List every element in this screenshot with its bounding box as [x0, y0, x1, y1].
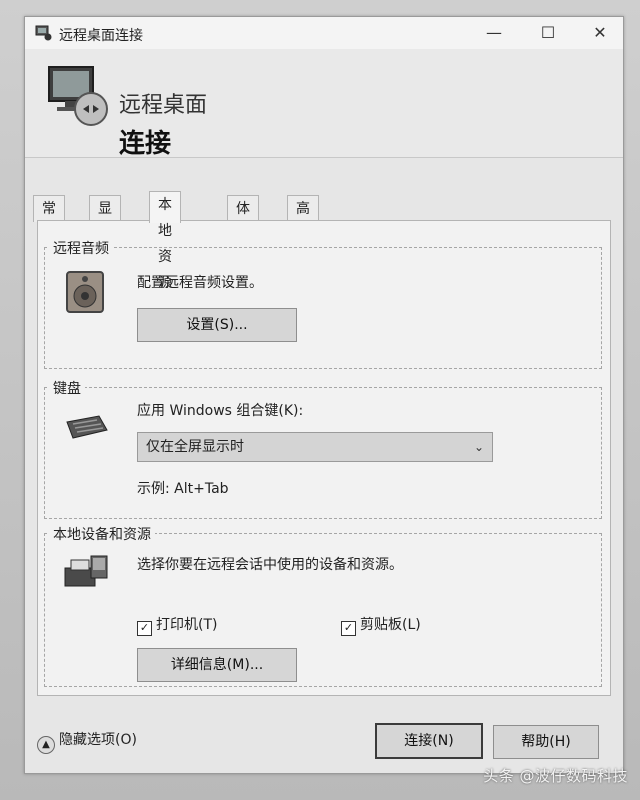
banner-title-line1: 远程桌面 [119, 93, 208, 118]
maximize-button[interactable]: ☐ [535, 23, 561, 43]
tab-display[interactable]: 显示 [89, 195, 121, 243]
watermark-text: 头条 @波仔数码科技 [483, 767, 628, 785]
details-button[interactable]: 详细信息(M)... [137, 648, 297, 682]
clipboard-checkbox[interactable]: ✓ 剪贴板(L) [341, 614, 421, 636]
local-resources-panel: 远程音频 配置远程音频设置。 设置(S)... 键盘 应用 Windows 组合… [37, 220, 611, 696]
tab-advanced[interactable]: 高级 [287, 195, 319, 243]
tab-experience[interactable]: 体验 [227, 195, 259, 243]
title-bar: 远程桌面连接 — ☐ ✕ [25, 17, 623, 49]
local-devices-group: 本地设备和资源 选择你要在远程会话中使用的设备和资源。 ✓ 打印机(T) ✓ 剪贴板… [44, 524, 602, 687]
keyboard-legend: 键盘 [49, 378, 85, 398]
audio-settings-button[interactable]: 设置(S)... [137, 308, 297, 342]
remote-audio-group: 远程音频 配置远程音频设置。 设置(S)... [44, 238, 602, 369]
windows-key-combo-value: 仅在全屏显示时 [146, 439, 244, 455]
minimize-button[interactable]: — [481, 23, 507, 43]
clipboard-check-mark: ✓ [341, 621, 356, 636]
printer-checkbox[interactable]: ✓ 打印机(T) [137, 614, 217, 636]
remote-desktop-app-icon [35, 25, 52, 41]
windows-key-combo-select[interactable]: 仅在全屏显示时 ⌄ [137, 432, 493, 462]
chevron-up-icon: ▲ [37, 736, 55, 754]
chevron-down-icon: ⌄ [473, 440, 484, 454]
remote-desktop-logo-icon [48, 66, 108, 126]
hide-options-label: 隐藏选项(O) [59, 732, 137, 748]
remote-desktop-window: 远程桌面连接 — ☐ ✕ 远程桌面 连接 常规 显示 本地资源 体验 高级 远程… [24, 16, 624, 774]
speaker-icon [66, 271, 104, 313]
devices-icon [64, 555, 108, 587]
banner-title-line2: 连接 [119, 129, 172, 159]
banner: 远程桌面 连接 [25, 49, 623, 159]
help-button[interactable]: 帮助(H) [493, 725, 599, 759]
tab-general[interactable]: 常规 [33, 195, 65, 243]
close-button[interactable]: ✕ [587, 23, 613, 43]
tab-local-resources[interactable]: 本地资源 [149, 191, 181, 291]
keyboard-group: 键盘 应用 Windows 组合键(K): 仅在全屏显示时 ⌄ 示例: Alt+… [44, 378, 602, 519]
keyboard-combo-label: 应用 Windows 组合键(K): [137, 403, 304, 419]
local-devices-legend: 本地设备和资源 [49, 524, 155, 544]
audio-description: 配置远程音频设置。 [137, 275, 263, 291]
remote-audio-legend: 远程音频 [49, 238, 113, 258]
window-title: 远程桌面连接 [59, 28, 143, 44]
connect-button[interactable]: 连接(N) [375, 723, 483, 759]
keyboard-icon [66, 415, 108, 439]
devices-description: 选择你要在远程会话中使用的设备和资源。 [137, 557, 403, 573]
hide-options-toggle[interactable]: ▲ 隐藏选项(O) [37, 729, 137, 754]
keyboard-example: 示例: Alt+Tab [137, 481, 229, 497]
printer-check-mark: ✓ [137, 621, 152, 636]
clipboard-label: 剪贴板(L) [360, 617, 421, 633]
printer-label: 打印机(T) [156, 617, 218, 633]
